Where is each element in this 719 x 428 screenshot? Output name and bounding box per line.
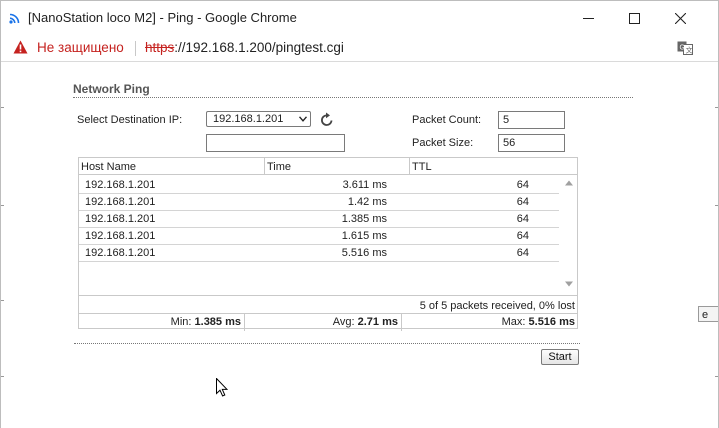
max-stat: Max: 5.516 ms: [402, 314, 578, 331]
cell-ttl: 64: [516, 247, 529, 259]
browser-window: [NanoStation loco M2] - Ping - Google Ch…: [0, 0, 719, 428]
table-row: 192.168.1.201 5.516 ms 64: [79, 244, 559, 262]
background-edge-mark: [715, 376, 718, 377]
cell-time: 1.385 ms: [341, 213, 387, 225]
cell-ttl: 64: [516, 230, 529, 242]
column-header-ttl[interactable]: TTL: [410, 158, 577, 174]
background-edge-mark: [1, 376, 4, 377]
min-value: 1.385 ms: [194, 316, 241, 328]
table-row: 192.168.1.201 1.385 ms 64: [79, 210, 559, 228]
table-row: 192.168.1.201 3.611 ms 64: [79, 176, 559, 194]
start-button[interactable]: Start: [541, 349, 579, 365]
close-icon: [674, 12, 686, 24]
address-separator: [135, 41, 136, 56]
avg-label: Avg:: [332, 316, 358, 328]
title-bar: [NanoStation loco M2] - Ping - Google Ch…: [1, 1, 718, 35]
custom-ip-input[interactable]: [206, 134, 345, 152]
packet-count-input[interactable]: 5: [498, 111, 565, 129]
background-edge-mark: [715, 107, 718, 108]
background-edge-mark: [1, 300, 4, 301]
security-status[interactable]: Не защищено: [37, 40, 124, 55]
cell-time: 1.615 ms: [341, 230, 387, 242]
ping-stats: Min: 1.385 ms Avg: 2.71 ms Max: 5.516 ms: [78, 313, 578, 331]
scroll-down-icon[interactable]: [565, 281, 573, 287]
ping-summary: 5 of 5 packets received, 0% lost Min: 1.…: [78, 295, 578, 331]
window-title: [NanoStation loco M2] - Ping - Google Ch…: [28, 10, 297, 25]
avg-stat: Avg: 2.71 ms: [245, 314, 402, 331]
background-edge-mark: [715, 205, 718, 206]
section-title: Network Ping: [73, 82, 150, 96]
background-button-edge[interactable]: e: [698, 306, 718, 322]
cell-host: 192.168.1.201: [85, 213, 156, 225]
min-label: Min:: [170, 316, 195, 328]
packet-size-label: Packet Size:: [412, 137, 474, 149]
max-value: 5.516 ms: [528, 316, 575, 328]
table-header: Host Name Time TTL: [79, 158, 577, 175]
wifi-icon: [9, 13, 20, 24]
page-content: e Network Ping Select Destination IP: 19…: [1, 62, 718, 428]
svg-text:G: G: [680, 45, 685, 52]
address-bar[interactable]: Не защищено https://192.168.1.200/pingte…: [1, 35, 718, 62]
table-row: 192.168.1.201 1.615 ms 64: [79, 227, 559, 245]
table-row: 192.168.1.201 1.42 ms 64: [79, 193, 559, 211]
max-label: Max:: [501, 316, 529, 328]
maximize-icon: [628, 12, 640, 24]
svg-text:文: 文: [686, 46, 693, 55]
section-divider: [73, 97, 633, 98]
cell-ttl: 64: [516, 179, 529, 191]
url-text[interactable]: https://192.168.1.200/pingtest.cgi: [145, 40, 344, 55]
close-button[interactable]: [657, 5, 703, 31]
packet-size-input[interactable]: 56: [498, 134, 565, 152]
translate-icon[interactable]: G 文: [677, 41, 693, 55]
destination-ip-select[interactable]: 192.168.1.201: [206, 111, 311, 127]
column-header-host[interactable]: Host Name: [79, 158, 265, 174]
min-stat: Min: 1.385 ms: [78, 314, 245, 331]
avg-value: 2.71 ms: [357, 316, 398, 328]
cell-host: 192.168.1.201: [85, 230, 156, 242]
chevron-down-icon: [299, 116, 307, 122]
url-scheme: https: [145, 40, 175, 55]
packets-summary: 5 of 5 packets received, 0% lost: [419, 300, 575, 312]
destination-ip-selected: 192.168.1.201: [213, 113, 284, 125]
mouse-cursor-icon: [216, 378, 228, 397]
minimize-button[interactable]: [565, 5, 611, 31]
cell-time: 3.611 ms: [342, 179, 387, 191]
url-host-path: ://192.168.1.200/pingtest.cgi: [174, 40, 344, 55]
refresh-icon[interactable]: [320, 112, 334, 127]
cell-host: 192.168.1.201: [85, 196, 156, 208]
cell-host: 192.168.1.201: [85, 247, 156, 259]
cell-time: 1.42 ms: [347, 196, 387, 208]
warning-icon[interactable]: [13, 40, 28, 54]
background-edge-mark: [1, 107, 4, 108]
column-header-time[interactable]: Time: [265, 158, 410, 174]
maximize-button[interactable]: [611, 5, 657, 31]
packet-count-label: Packet Count:: [412, 114, 482, 126]
cell-host: 192.168.1.201: [85, 179, 156, 191]
footer-divider: [74, 343, 580, 344]
destination-ip-label: Select Destination IP:: [77, 114, 183, 126]
background-edge-mark: [1, 205, 4, 206]
minimize-icon: [582, 17, 594, 19]
cell-ttl: 64: [516, 213, 529, 225]
cell-ttl: 64: [516, 196, 529, 208]
cell-time: 5.516 ms: [341, 247, 387, 259]
scroll-up-icon[interactable]: [565, 180, 573, 186]
